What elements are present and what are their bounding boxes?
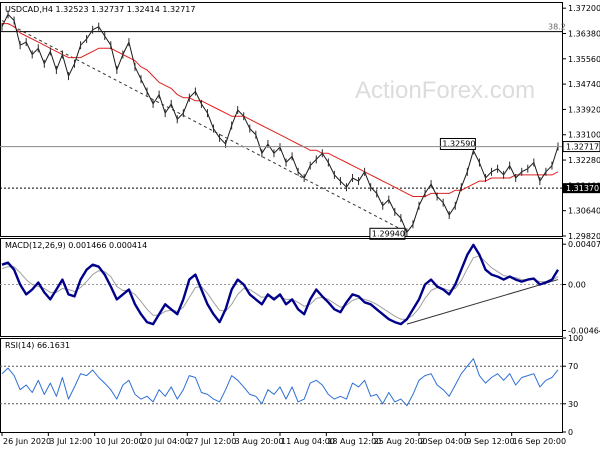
price-hline-label: 1.31370 (566, 184, 599, 193)
rsi-panel-frame (0, 338, 563, 433)
price-header: USDCAD,H4 1.32523 1.32737 1.32414 1.3271… (5, 5, 195, 14)
macd-y-tick-label: 0.00 (568, 281, 586, 290)
rsi-y-tick-label: 0 (568, 428, 573, 437)
x-axis: 26 Jun 20203 Jul 12:00 10 Jul 20:0020 Jul… (1, 432, 566, 446)
x-tick-label: 27 Jul 12:00 (188, 437, 236, 446)
x-tick-label: 9 Sep 12:00 (466, 437, 514, 446)
macd-trendline (406, 279, 559, 325)
price-series-1 (2, 23, 559, 197)
main-panel: ActionForex.com 1.37200 1.36380 1.35560 1.3… (0, 2, 600, 241)
x-tick-label: 3 Jul 12:00 (49, 437, 92, 446)
price-y-tick-label: 1.35560 (568, 55, 600, 64)
main-panel-frame (0, 2, 563, 237)
price-y-tick-label: 1.36380 (568, 29, 600, 38)
rsi-y-tick-label: 30 (568, 400, 578, 409)
x-tick-label: 2 Sep 04:00 (420, 437, 468, 446)
macd-panel: 0.0040750.00-0.004644 MACD(12,26,9) 0.00… (0, 238, 600, 337)
price-fib-label: 38.2 (548, 23, 566, 32)
x-tick-label: 10 Jul 20:00 (96, 437, 144, 446)
rsi-panel: 100 70 30 0 RSI(14) 66.1631 (0, 334, 583, 437)
price-current-label: 1.32717 (566, 143, 599, 152)
x-tick-label: 3 Aug 20:00 (235, 437, 284, 446)
macd-series-1 (1, 255, 559, 320)
x-tick-label: 16 Sep 20:00 (513, 437, 566, 446)
price-y-tick-label: 1.32280 (568, 156, 600, 165)
price-y-tick-label: 1.33920 (568, 105, 600, 114)
price-y-tick-label: 1.33100 (568, 131, 600, 140)
rsi-y-tick-label: 100 (568, 334, 583, 343)
x-tick-label: 26 Jun 2020 (3, 437, 51, 446)
watermark: ActionForex.com (355, 77, 535, 104)
x-tick-label: 20 Jul 04:00 (142, 437, 190, 446)
price-y-tick-label: 1.34740 (568, 80, 600, 89)
macd-y-tick-label: 0.004075 (568, 240, 600, 249)
price-y-tick-label: 1.30640 (568, 207, 600, 216)
price-annotation: 1.29940 (372, 229, 405, 238)
price-y-tick-label: 1.37200 (568, 4, 600, 13)
rsi-header: RSI(14) 66.1631 (5, 341, 70, 350)
macd-header: MACD(12,26,9) 0.001466 0.000414 (5, 241, 147, 250)
price-annotation: 1.32590 (442, 139, 475, 148)
rsi-y-tick-label: 70 (568, 362, 578, 371)
chart-area: ActionForex.com 1.37200 1.36380 1.35560 1.3… (0, 2, 600, 446)
price-series-0 (1, 13, 559, 233)
